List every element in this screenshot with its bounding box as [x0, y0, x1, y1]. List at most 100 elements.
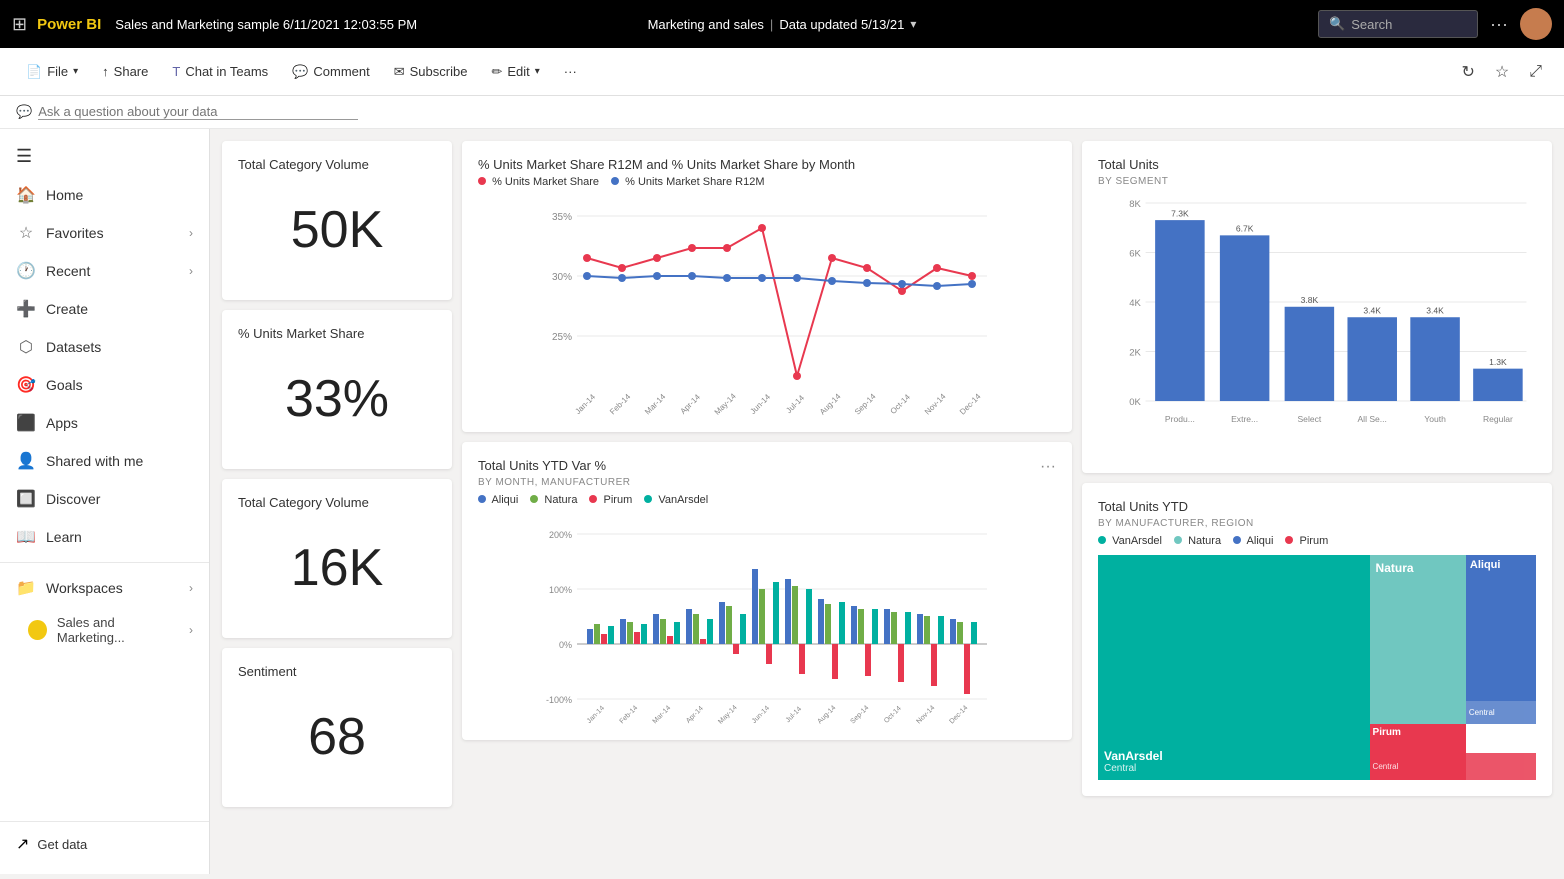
svg-text:Produ...: Produ...	[1165, 414, 1195, 424]
subscribe-button[interactable]: ✉ Subscribe	[384, 58, 478, 86]
treemap-legend-pirum: Pirum	[1285, 535, 1328, 547]
goals-icon: 🎯	[16, 375, 36, 395]
left-column: Total Category Volume 50K % Units Market…	[222, 141, 452, 807]
ytd-subtitle: BY MONTH, MANUFACTURER	[478, 477, 631, 488]
topbar-divider: |	[770, 17, 773, 32]
grid-icon[interactable]: ⊞	[12, 14, 27, 35]
get-data-icon: ↗	[16, 834, 29, 854]
card-value-sentiment: 68	[238, 683, 436, 791]
sidebar-item-recent[interactable]: 🕐 Recent ›	[0, 252, 209, 290]
treemap-title-group: Total Units YTD BY MANUFACTURER, REGION	[1098, 499, 1254, 529]
chevron-down-icon[interactable]: ▾	[910, 17, 916, 31]
center-label: Marketing and sales	[648, 17, 764, 32]
card-ytd-var: Total Units YTD Var % BY MONTH, MANUFACT…	[462, 442, 1072, 740]
main-layout: ☰ 🏠 Home ☆ Favorites › 🕐 Recent › ➕ Crea…	[0, 129, 1564, 874]
star-icon[interactable]: ☆	[1489, 56, 1515, 88]
comment-button[interactable]: 💬 Comment	[282, 58, 380, 86]
treemap-header: Total Units YTD BY MANUFACTURER, REGION	[1098, 499, 1536, 529]
card-title-total-cat-top: Total Category Volume	[238, 157, 436, 172]
sidebar-item-create[interactable]: ➕ Create	[0, 290, 209, 328]
sidebar-item-sales[interactable]: Sales and Marketing... ›	[0, 607, 209, 653]
comment-label: Comment	[313, 64, 369, 79]
create-icon: ➕	[16, 299, 36, 319]
sales-dot-icon	[28, 620, 47, 640]
bar-chart-svg: 8K 6K 4K 2K 0K 7.3K 6.7K	[1098, 187, 1536, 457]
treemap-vanarsdel-dot	[1098, 536, 1106, 544]
treemap-cell-vanarsdel[interactable]: VanArsdel Central	[1098, 555, 1370, 780]
svg-text:Feb-14: Feb-14	[608, 392, 633, 416]
qna-input[interactable]	[38, 104, 358, 120]
card-treemap: Total Units YTD BY MANUFACTURER, REGION …	[1082, 483, 1552, 796]
sidebar-item-datasets[interactable]: ⬡ Datasets	[0, 328, 209, 366]
sidebar-divider	[0, 562, 209, 563]
dashboard-grid: Total Category Volume 50K % Units Market…	[222, 141, 1552, 817]
discover-icon: 🔲	[16, 489, 36, 509]
sidebar-recent-label: Recent	[46, 263, 90, 279]
search-box[interactable]: 🔍 Search	[1318, 10, 1478, 38]
right-column: Total Units BY SEGMENT 8K 6K 4K 2K	[1082, 141, 1552, 807]
sidebar-item-shared[interactable]: 👤 Shared with me	[0, 442, 209, 480]
svg-text:200%: 200%	[549, 530, 572, 540]
ytd-title: Total Units YTD Var %	[478, 458, 631, 473]
sidebar-item-home[interactable]: 🏠 Home	[0, 176, 209, 214]
content-area: Total Category Volume 50K % Units Market…	[210, 129, 1564, 874]
sidebar-item-workspaces[interactable]: 📁 Workspaces ›	[0, 569, 209, 607]
treemap-vanarsdel-label: VanArsdel	[1112, 535, 1162, 547]
fullscreen-icon[interactable]: ⤢	[1523, 57, 1548, 87]
card-units-market-share: % Units Market Share 33%	[222, 310, 452, 469]
card-total-category-top: Total Category Volume 50K	[222, 141, 452, 300]
brand-label: Power BI	[37, 16, 101, 33]
bar-chart-subtitle: BY SEGMENT	[1098, 176, 1536, 187]
sidebar-item-learn[interactable]: 📖 Learn	[0, 518, 209, 556]
card-title-units-share: % Units Market Share	[238, 326, 436, 341]
qna-bar: 💬	[0, 96, 1564, 129]
legend-red-label: % Units Market Share	[492, 176, 599, 188]
more-button[interactable]: ···	[554, 58, 587, 85]
ytd-pirum-dot	[589, 495, 597, 503]
more-options-icon[interactable]: ···	[1490, 14, 1508, 35]
sidebar-item-discover[interactable]: 🔲 Discover	[0, 480, 209, 518]
ytd-legend-aliqui: Aliqui	[478, 494, 518, 506]
svg-text:Mar-14: Mar-14	[643, 392, 668, 416]
svg-text:Jan-14: Jan-14	[586, 705, 606, 724]
svg-text:Nov-14: Nov-14	[915, 704, 936, 724]
svg-text:Youth: Youth	[1424, 414, 1446, 424]
sidebar-discover-label: Discover	[46, 491, 100, 507]
card-title-sentiment: Sentiment	[238, 664, 436, 679]
sidebar-item-apps[interactable]: ⬛ Apps	[0, 404, 209, 442]
line-chart-title: % Units Market Share R12M and % Units Ma…	[478, 157, 1056, 172]
edit-button[interactable]: ✏ Edit ▾	[481, 58, 549, 86]
ytd-more-icon[interactable]: ···	[1040, 458, 1056, 476]
ytd-aliqui-label: Aliqui	[491, 494, 518, 506]
treemap-legend-natura: Natura	[1174, 535, 1221, 547]
treemap-cell-natura[interactable]: Natura	[1370, 555, 1466, 724]
share-button[interactable]: ↑ Share	[92, 58, 158, 85]
topbar: ⊞ Power BI Sales and Marketing sample 6/…	[0, 0, 1564, 48]
edit-chevron-icon: ▾	[535, 66, 540, 77]
file-button[interactable]: 📄 File ▾	[16, 58, 88, 86]
get-data-button[interactable]: ↗ Get data	[0, 821, 209, 866]
svg-text:3.4K: 3.4K	[1426, 305, 1444, 315]
get-data-label: Get data	[37, 837, 87, 852]
legend-blue: % Units Market Share R12M	[611, 176, 764, 188]
chat-in-teams-button[interactable]: T Chat in Teams	[162, 58, 278, 85]
svg-text:30%: 30%	[552, 272, 572, 283]
avatar[interactable]	[1520, 8, 1552, 40]
refresh-icon[interactable]: ↻	[1455, 56, 1480, 88]
sidebar-item-favorites[interactable]: ☆ Favorites ›	[0, 214, 209, 252]
sidebar-goals-label: Goals	[46, 377, 83, 393]
bar-chart-title: Total Units	[1098, 157, 1536, 172]
sidebar-datasets-label: Datasets	[46, 339, 101, 355]
svg-text:May-14: May-14	[713, 391, 739, 416]
svg-text:Aug-14: Aug-14	[816, 704, 837, 724]
legend-blue-dot	[611, 177, 619, 185]
svg-text:Extre...: Extre...	[1231, 414, 1258, 424]
middle-column: % Units Market Share R12M and % Units Ma…	[462, 141, 1072, 807]
treemap-title: Total Units YTD	[1098, 499, 1254, 514]
treemap-cell-aliqui[interactable]: Aliqui	[1466, 555, 1536, 701]
ytd-legend-natura: Natura	[530, 494, 577, 506]
sidebar-toggle[interactable]: ☰	[0, 137, 209, 176]
favorites-chevron-icon: ›	[189, 226, 193, 240]
shared-icon: 👤	[16, 451, 36, 471]
sidebar-item-goals[interactable]: 🎯 Goals	[0, 366, 209, 404]
